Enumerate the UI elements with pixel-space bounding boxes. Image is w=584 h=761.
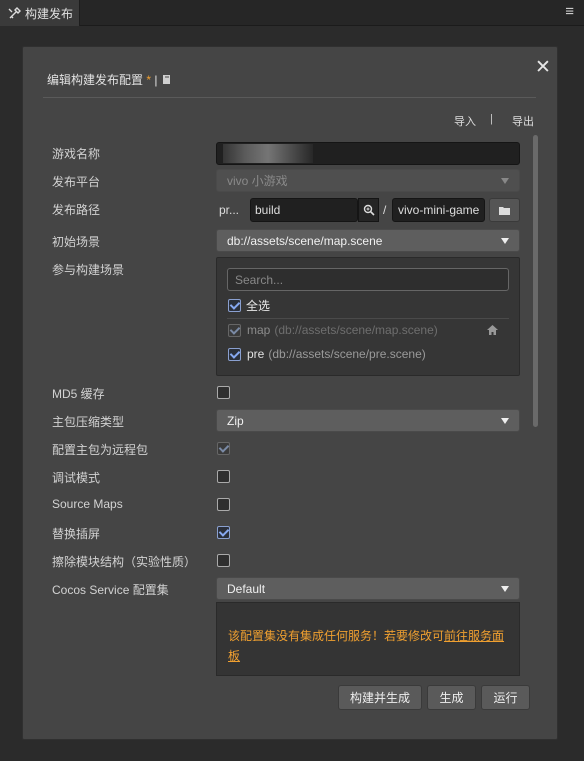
path-name-value: vivo-mini-game bbox=[398, 203, 480, 217]
book-icon[interactable] bbox=[161, 74, 172, 85]
scene-divider bbox=[227, 318, 509, 319]
platform-value: vivo 小游戏 bbox=[227, 174, 288, 188]
dialog-title-text: 编辑构建发布配置 bbox=[47, 73, 144, 87]
label-included-scenes: 参与构建场景 bbox=[52, 263, 125, 277]
warning-text: 该配置集没有集成任何服务！若要修改可 bbox=[228, 629, 445, 643]
path-separator: / bbox=[383, 203, 387, 217]
scene-path: (db://assets/scene/map.scene) bbox=[274, 323, 438, 337]
scene-name: pre bbox=[247, 347, 265, 361]
title-separator: | bbox=[154, 73, 158, 87]
build-path-group: pr... build / vivo-mini-game bbox=[216, 197, 520, 223]
scene-checkbox[interactable] bbox=[228, 347, 241, 361]
label-start-scene: 初始场景 bbox=[52, 235, 101, 249]
compress-type-value: Zip bbox=[227, 413, 244, 428]
scene-checkbox bbox=[228, 323, 241, 337]
path-dir-value: build bbox=[255, 203, 281, 217]
label-source-maps: Source Maps bbox=[52, 497, 123, 511]
search-placeholder: Search... bbox=[235, 272, 284, 287]
import-link[interactable]: 导入 bbox=[454, 113, 476, 129]
cocos-service-select[interactable]: Default bbox=[216, 577, 520, 600]
service-warning-box: 该配置集没有集成任何服务！若要修改可前往服务面板 bbox=[216, 602, 520, 676]
scene-path: (db://assets/scene/pre.scene) bbox=[268, 347, 426, 361]
scene-item[interactable]: pre (db://assets/scene/pre.scene) bbox=[228, 346, 426, 362]
scene-item[interactable]: map (db://assets/scene/map.scene) bbox=[228, 322, 510, 338]
platform-select: vivo 小游戏 bbox=[216, 169, 520, 192]
select-all-row[interactable]: 全选 bbox=[228, 297, 270, 313]
io-separator: | bbox=[490, 113, 493, 125]
redacted-mask bbox=[223, 144, 313, 163]
splash-checkbox[interactable] bbox=[217, 526, 230, 539]
select-all-label: 全选 bbox=[246, 298, 271, 313]
label-erase-modules: 擦除模块结构（实验性质） bbox=[52, 555, 197, 569]
build-and-make-button[interactable]: 构建并生成 bbox=[338, 685, 422, 710]
scrollbar[interactable] bbox=[533, 135, 538, 427]
home-icon bbox=[487, 325, 498, 335]
build-config-dialog: ✕ 编辑构建发布配置 * | 导入 | 导出 游戏名称 发布平台 vivo 小游… bbox=[22, 46, 558, 740]
chevron-down-icon bbox=[501, 177, 509, 184]
scene-list-box: Search... 全选 map (db://assets/scene/map.… bbox=[216, 257, 520, 376]
label-game-name: 游戏名称 bbox=[52, 147, 101, 161]
game-name-input[interactable] bbox=[216, 142, 520, 165]
menu-icon[interactable]: ≡ bbox=[565, 3, 574, 20]
search-path-icon[interactable] bbox=[358, 198, 379, 222]
label-platform: 发布平台 bbox=[52, 175, 101, 189]
label-debug: 调试模式 bbox=[52, 471, 101, 485]
run-button[interactable]: 运行 bbox=[481, 685, 530, 710]
tab-title: 构建发布 bbox=[25, 6, 74, 21]
start-scene-select[interactable]: db://assets/scene/map.scene bbox=[216, 229, 520, 252]
label-main-remote: 配置主包为远程包 bbox=[52, 443, 149, 457]
chevron-down-icon bbox=[501, 417, 509, 424]
dialog-title: 编辑构建发布配置 * | bbox=[47, 71, 172, 88]
service-warning: 该配置集没有集成任何服务！若要修改可前往服务面板 bbox=[228, 626, 513, 666]
label-splash: 替换插屏 bbox=[52, 527, 101, 541]
tab-bar: 构建发布 ≡ bbox=[0, 0, 584, 26]
make-button[interactable]: 生成 bbox=[427, 685, 476, 710]
tab-build[interactable]: 构建发布 bbox=[0, 0, 80, 26]
label-md5: MD5 缓存 bbox=[52, 387, 105, 401]
tools-icon bbox=[8, 6, 21, 18]
main-remote-checkbox bbox=[217, 442, 230, 455]
path-prefix: pr... bbox=[219, 203, 240, 217]
chevron-down-icon bbox=[501, 585, 509, 592]
md5-checkbox[interactable] bbox=[217, 386, 230, 399]
compress-type-select[interactable]: Zip bbox=[216, 409, 520, 432]
label-compress-type: 主包压缩类型 bbox=[52, 415, 125, 429]
scene-search-input[interactable]: Search... bbox=[227, 268, 509, 291]
label-build-path: 发布路径 bbox=[52, 203, 101, 217]
select-all-checkbox[interactable] bbox=[228, 298, 241, 312]
path-dir-input[interactable]: build bbox=[250, 198, 358, 222]
unsaved-star: * bbox=[146, 73, 152, 87]
erase-modules-checkbox[interactable] bbox=[217, 554, 230, 567]
cocos-service-value: Default bbox=[227, 581, 266, 596]
folder-icon[interactable] bbox=[489, 198, 520, 222]
export-link[interactable]: 导出 bbox=[512, 113, 534, 129]
title-divider bbox=[43, 97, 536, 98]
start-scene-value: db://assets/scene/map.scene bbox=[227, 233, 383, 248]
scene-name: map bbox=[247, 323, 271, 337]
source-maps-checkbox[interactable] bbox=[217, 498, 230, 511]
debug-checkbox[interactable] bbox=[217, 470, 230, 483]
path-name-input[interactable]: vivo-mini-game bbox=[392, 198, 485, 222]
label-cocos-service: Cocos Service 配置集 bbox=[52, 583, 169, 597]
close-icon[interactable]: ✕ bbox=[535, 58, 551, 77]
chevron-down-icon bbox=[501, 237, 509, 244]
